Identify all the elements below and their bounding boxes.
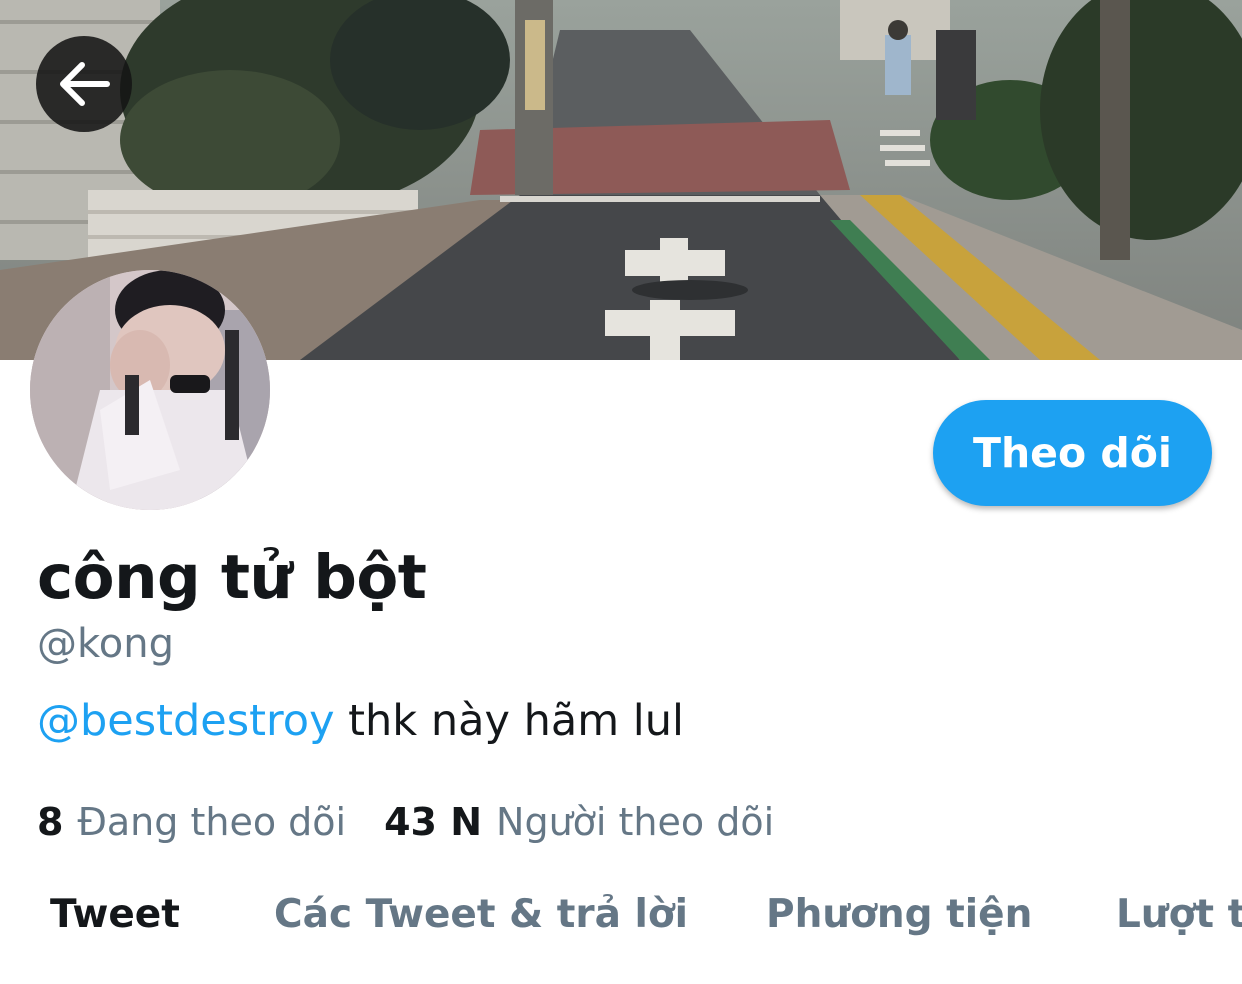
bio-mention-link[interactable]: @bestdestroy — [37, 696, 335, 746]
avatar-photo — [30, 270, 270, 510]
followers-count: 43 N — [384, 800, 483, 844]
profile-tabs: Tweet Các Tweet & trả lời Phương tiện Lư… — [0, 892, 1242, 952]
profile-stats: 8 Đang theo dõi 43 N Người theo dõi — [37, 800, 774, 844]
back-button[interactable] — [36, 36, 132, 132]
following-label: Đang theo dõi — [77, 800, 347, 844]
following-stat[interactable]: 8 Đang theo dõi — [37, 800, 346, 844]
profile-display-name: công tử bột — [37, 542, 427, 613]
follow-button[interactable]: Theo dõi — [933, 400, 1212, 506]
followers-label: Người theo dõi — [496, 800, 775, 844]
tab-tweets-and-replies[interactable]: Các Tweet & trả lời — [274, 892, 688, 937]
tab-media[interactable]: Phương tiện — [766, 892, 1032, 937]
tab-tweets[interactable]: Tweet — [50, 892, 180, 937]
profile-handle: @kong — [37, 621, 174, 667]
arrow-left-icon — [60, 62, 110, 106]
tab-likes[interactable]: Lượt thích — [1116, 892, 1242, 937]
followers-stat[interactable]: 43 N Người theo dõi — [384, 800, 774, 844]
profile-avatar[interactable] — [30, 270, 270, 510]
profile-bio: @bestdestroy thk này hãm lul — [37, 696, 684, 746]
bio-text: thk này hãm lul — [334, 696, 684, 746]
following-count: 8 — [37, 800, 64, 844]
